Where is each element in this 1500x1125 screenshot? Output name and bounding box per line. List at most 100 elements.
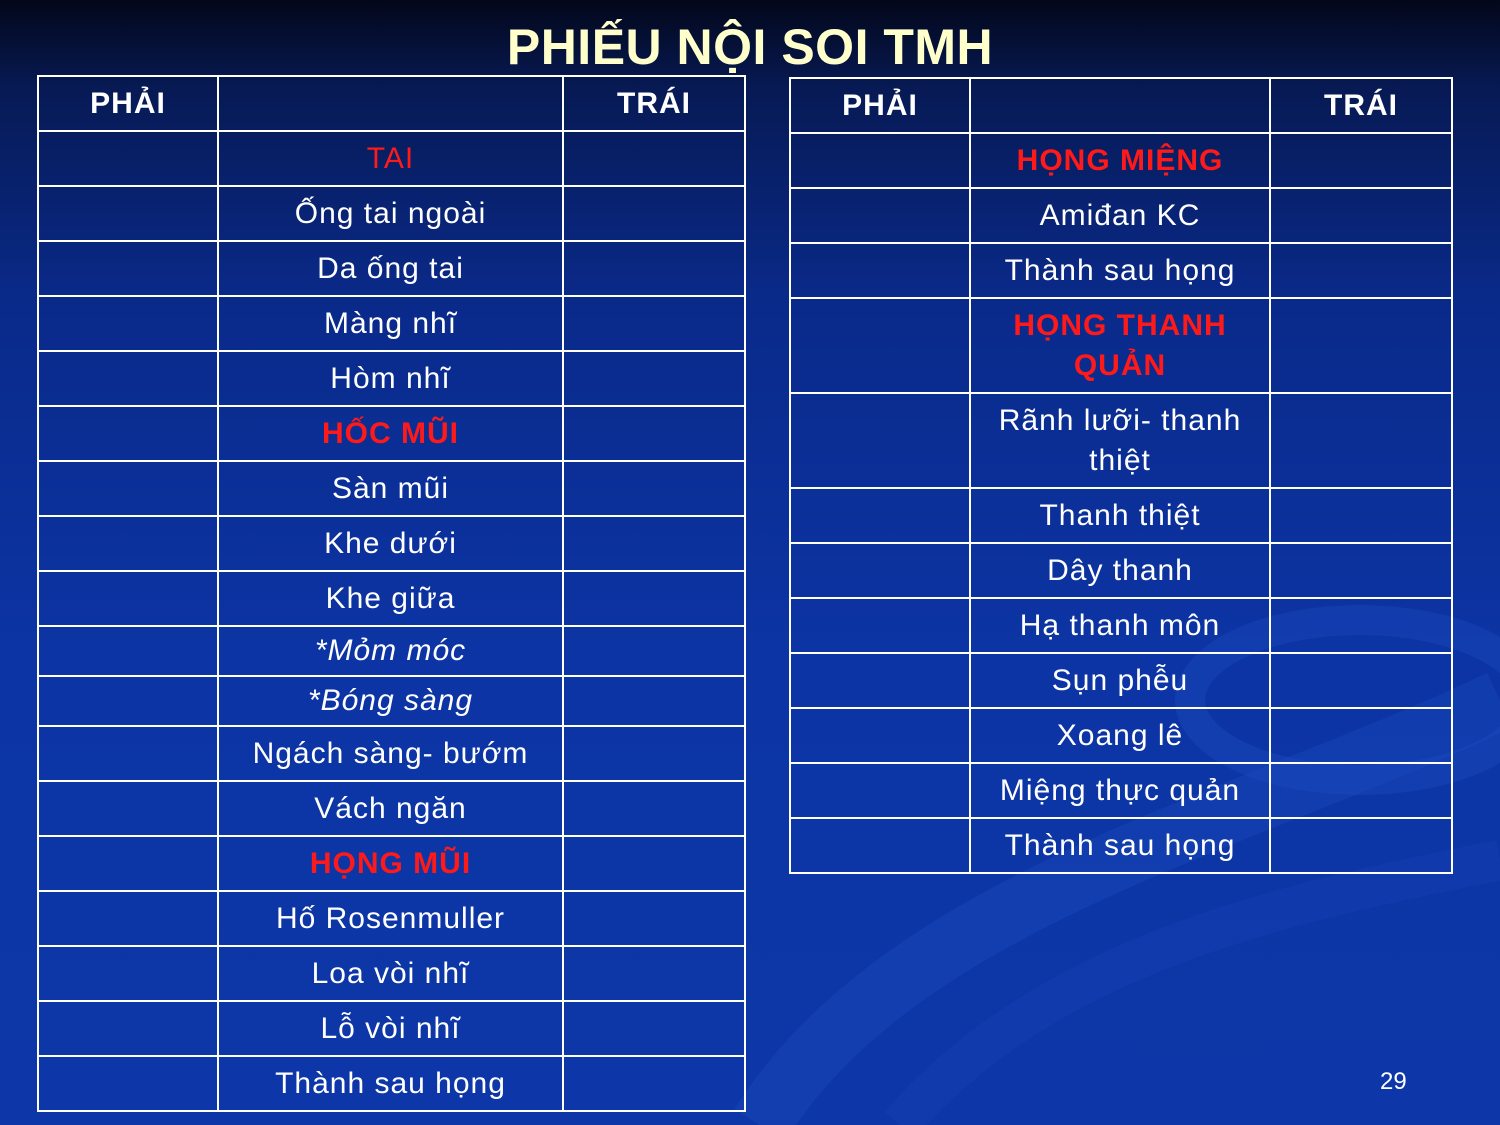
- phai-cell[interactable]: [37, 835, 219, 892]
- table-row: Thành sau họng: [789, 242, 1453, 299]
- table-row: Xoang lê: [789, 707, 1453, 764]
- header-row: PHẢI TRÁI: [37, 75, 746, 132]
- trai-cell[interactable]: [1269, 132, 1453, 189]
- structure-label: HỌNG THANH QUẢN: [969, 297, 1271, 394]
- phai-cell[interactable]: [789, 542, 971, 599]
- phai-cell[interactable]: [37, 780, 219, 837]
- phai-cell[interactable]: [37, 625, 219, 677]
- phai-cell[interactable]: [789, 817, 971, 874]
- structure-label: Amiđan KC: [969, 187, 1271, 244]
- phai-cell[interactable]: [37, 460, 219, 517]
- phai-cell[interactable]: [37, 350, 219, 407]
- structure-label: HỌNG MŨI: [217, 835, 564, 892]
- phai-cell[interactable]: [37, 890, 219, 947]
- table-row: Amiđan KC: [789, 187, 1453, 244]
- table-row: Sàn mũi: [37, 460, 746, 517]
- page-number: 29: [1380, 1068, 1407, 1095]
- phai-cell[interactable]: [37, 1000, 219, 1057]
- table-row: Miệng thực quản: [789, 762, 1453, 819]
- phai-cell[interactable]: [789, 762, 971, 819]
- trai-cell[interactable]: [562, 780, 746, 837]
- structure-label: *Bóng sàng: [217, 675, 564, 727]
- phai-cell[interactable]: [789, 392, 971, 489]
- table-row: Lỗ vòi nhĩ: [37, 1000, 746, 1057]
- structure-label: Da ống tai: [217, 240, 564, 297]
- trai-cell[interactable]: [562, 130, 746, 187]
- table-row: Hòm nhĩ: [37, 350, 746, 407]
- trai-cell[interactable]: [1269, 707, 1453, 764]
- trai-cell[interactable]: [1269, 242, 1453, 299]
- phai-cell[interactable]: [789, 707, 971, 764]
- structure-label: Ống tai ngoài: [217, 185, 564, 242]
- table-row: Vách ngăn: [37, 780, 746, 837]
- header-phai: PHẢI: [789, 77, 971, 134]
- structure-label: Khe giữa: [217, 570, 564, 627]
- phai-cell[interactable]: [37, 725, 219, 782]
- trai-cell[interactable]: [1269, 542, 1453, 599]
- trai-cell[interactable]: [562, 295, 746, 352]
- phai-cell[interactable]: [789, 652, 971, 709]
- phai-cell[interactable]: [37, 1055, 219, 1112]
- trai-cell[interactable]: [562, 570, 746, 627]
- trai-cell[interactable]: [1269, 652, 1453, 709]
- trai-cell[interactable]: [562, 835, 746, 892]
- header-blank: [969, 77, 1271, 134]
- trai-cell[interactable]: [562, 1000, 746, 1057]
- trai-cell[interactable]: [562, 725, 746, 782]
- phai-cell[interactable]: [37, 675, 219, 727]
- phai-cell[interactable]: [37, 945, 219, 1002]
- trai-cell[interactable]: [1269, 297, 1453, 394]
- header-row: PHẢI TRÁI: [789, 77, 1453, 134]
- phai-cell[interactable]: [789, 597, 971, 654]
- phai-cell[interactable]: [789, 297, 971, 394]
- phai-cell[interactable]: [789, 487, 971, 544]
- header-blank: [217, 75, 564, 132]
- trai-cell[interactable]: [1269, 487, 1453, 544]
- trai-cell[interactable]: [562, 185, 746, 242]
- trai-cell[interactable]: [562, 1055, 746, 1112]
- phai-cell[interactable]: [37, 570, 219, 627]
- trai-cell[interactable]: [1269, 762, 1453, 819]
- phai-cell[interactable]: [37, 405, 219, 462]
- table-row: Dây thanh: [789, 542, 1453, 599]
- structure-label: Sụn phễu: [969, 652, 1271, 709]
- phai-cell[interactable]: [37, 130, 219, 187]
- structure-label: Lỗ vòi nhĩ: [217, 1000, 564, 1057]
- structure-label: Sàn mũi: [217, 460, 564, 517]
- phai-cell[interactable]: [37, 515, 219, 572]
- trai-cell[interactable]: [562, 675, 746, 727]
- structure-label: Miệng thực quản: [969, 762, 1271, 819]
- trai-cell[interactable]: [562, 515, 746, 572]
- trai-cell[interactable]: [1269, 392, 1453, 489]
- trai-cell[interactable]: [1269, 187, 1453, 244]
- phai-cell[interactable]: [789, 187, 971, 244]
- trai-cell[interactable]: [562, 240, 746, 297]
- trai-cell[interactable]: [562, 460, 746, 517]
- table-row: TAI: [37, 130, 746, 187]
- structure-label: Xoang lê: [969, 707, 1271, 764]
- trai-cell[interactable]: [1269, 817, 1453, 874]
- left-endoscopy-table: PHẢI TRÁI TAI Ống tai ngoài Da ống tai Màng n…: [37, 75, 746, 1112]
- trai-cell[interactable]: [562, 350, 746, 407]
- table-row: Màng nhĩ: [37, 295, 746, 352]
- page-title: PHIẾU NỘI SOI TMH: [506, 19, 994, 75]
- table-row: Da ống tai: [37, 240, 746, 297]
- structure-label: Dây thanh: [969, 542, 1271, 599]
- phai-cell[interactable]: [789, 242, 971, 299]
- phai-cell[interactable]: [37, 240, 219, 297]
- table-row: Khe dưới: [37, 515, 746, 572]
- table-row: Sụn phễu: [789, 652, 1453, 709]
- header-trai: TRÁI: [1269, 77, 1453, 134]
- trai-cell[interactable]: [562, 890, 746, 947]
- structure-label: Thành sau họng: [969, 817, 1271, 874]
- trai-cell[interactable]: [562, 625, 746, 677]
- table-row: Thanh thiệt: [789, 487, 1453, 544]
- trai-cell[interactable]: [562, 945, 746, 1002]
- phai-cell[interactable]: [789, 132, 971, 189]
- phai-cell[interactable]: [37, 295, 219, 352]
- trai-cell[interactable]: [1269, 597, 1453, 654]
- structure-label: Hố Rosenmuller: [217, 890, 564, 947]
- table-row: Khe giữa: [37, 570, 746, 627]
- phai-cell[interactable]: [37, 185, 219, 242]
- trai-cell[interactable]: [562, 405, 746, 462]
